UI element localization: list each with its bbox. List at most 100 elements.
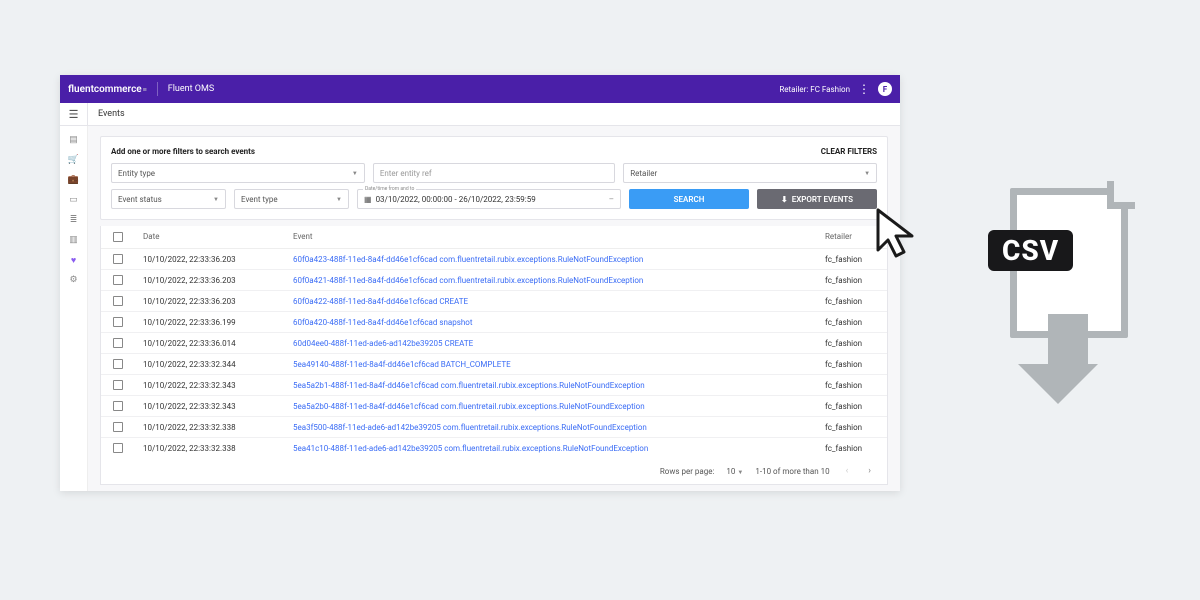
- rows-per-page-select[interactable]: 10 ▼: [726, 467, 743, 476]
- app-name: Fluent OMS: [168, 84, 214, 94]
- row-checkbox[interactable]: [113, 401, 123, 411]
- hamburger-menu-icon[interactable]: ☰: [60, 103, 88, 125]
- col-date: Date: [143, 232, 293, 242]
- table-row: 10/10/2022, 22:33:32.3435ea5a2b1-488f-11…: [101, 375, 887, 396]
- cell-retailer: fc_fashion: [825, 297, 875, 306]
- csv-badge: CSV: [988, 230, 1073, 271]
- table-row: 10/10/2022, 22:33:32.3435ea5a2b0-488f-11…: [101, 396, 887, 417]
- table-row: 10/10/2022, 22:33:36.20360f0a423-488f-11…: [101, 249, 887, 270]
- cell-retailer: fc_fashion: [825, 444, 875, 453]
- row-checkbox[interactable]: [113, 380, 123, 390]
- caret-down-icon: ▼: [352, 170, 358, 177]
- entity-type-select[interactable]: Entity type▼: [111, 163, 365, 183]
- rows-per-page-label: Rows per page:: [660, 467, 715, 476]
- table-row: 10/10/2022, 22:33:36.20360f0a422-488f-11…: [101, 291, 887, 312]
- clear-filters-button[interactable]: CLEAR FILTERS: [821, 147, 877, 156]
- calendar-icon: ▦: [364, 195, 372, 204]
- row-checkbox[interactable]: [113, 317, 123, 327]
- select-all-checkbox[interactable]: [113, 232, 123, 242]
- entity-ref-input[interactable]: Enter entity ref: [373, 163, 615, 183]
- cell-date: 10/10/2022, 22:33:32.343: [143, 402, 293, 411]
- event-status-select[interactable]: Event status▼: [111, 189, 226, 209]
- cell-retailer: fc_fashion: [825, 381, 875, 390]
- cell-date: 10/10/2022, 22:33:36.203: [143, 255, 293, 264]
- event-link[interactable]: 5ea49140-488f-11ed-8a4f-dd46e1cf6cad BAT…: [293, 360, 511, 369]
- sidebar-item-card-icon[interactable]: ▤: [68, 134, 80, 146]
- caret-down-icon: ▼: [336, 196, 342, 203]
- filter-panel: Add one or more filters to search events…: [100, 136, 888, 220]
- avatar[interactable]: F: [878, 82, 892, 96]
- col-retailer: Retailer: [825, 232, 875, 242]
- row-checkbox[interactable]: [113, 422, 123, 432]
- cell-retailer: fc_fashion: [825, 318, 875, 327]
- event-link[interactable]: 60f0a421-488f-11ed-8a4f-dd46e1cf6cad com…: [293, 276, 643, 285]
- divider: [157, 82, 158, 96]
- table-row: 10/10/2022, 22:33:32.3385ea41c10-488f-11…: [101, 438, 887, 458]
- table-row: 10/10/2022, 22:33:36.20360f0a421-488f-11…: [101, 270, 887, 291]
- table-footer: Rows per page: 10 ▼ 1-10 of more than 10…: [101, 458, 887, 484]
- sidebar: ▤ 🛒 💼 ▭ ≣ ▥ ♥ ⚙: [60, 126, 88, 491]
- event-link[interactable]: 60f0a420-488f-11ed-8a4f-dd46e1cf6cad sna…: [293, 318, 472, 327]
- table-row: 10/10/2022, 22:33:36.01460d04ee0-488f-11…: [101, 333, 887, 354]
- cell-retailer: fc_fashion: [825, 402, 875, 411]
- cell-date: 10/10/2022, 22:33:36.199: [143, 318, 293, 327]
- sidebar-item-briefcase-icon[interactable]: 💼: [68, 174, 80, 186]
- table-row: 10/10/2022, 22:33:36.19960f0a420-488f-11…: [101, 312, 887, 333]
- event-link[interactable]: 5ea5a2b1-488f-11ed-8a4f-dd46e1cf6cad com…: [293, 381, 645, 390]
- row-checkbox[interactable]: [113, 338, 123, 348]
- cell-date: 10/10/2022, 22:33:32.344: [143, 360, 293, 369]
- col-event: Event: [293, 232, 825, 242]
- event-link[interactable]: 5ea3f500-488f-11ed-ade6-ad142be39205 com…: [293, 423, 647, 432]
- cell-retailer: fc_fashion: [825, 276, 875, 285]
- sidebar-item-lightbulb-icon[interactable]: ♥: [68, 254, 80, 266]
- app-window: fluentcommerce≡ Fluent OMS Retailer: FC …: [60, 75, 900, 491]
- cell-retailer: fc_fashion: [825, 423, 875, 432]
- retailer-label: Retailer: FC Fashion: [779, 85, 850, 94]
- sidebar-item-library-icon[interactable]: ▥: [68, 234, 80, 246]
- cell-date: 10/10/2022, 22:33:36.203: [143, 297, 293, 306]
- topbar: fluentcommerce≡ Fluent OMS Retailer: FC …: [60, 75, 900, 103]
- sidebar-item-list-icon[interactable]: ≣: [68, 214, 80, 226]
- table-header: Date Event Retailer: [101, 226, 887, 249]
- row-checkbox[interactable]: [113, 254, 123, 264]
- caret-down-icon: ▼: [864, 170, 870, 177]
- cell-date: 10/10/2022, 22:33:32.343: [143, 381, 293, 390]
- cell-date: 10/10/2022, 22:33:36.014: [143, 339, 293, 348]
- cell-retailer: fc_fashion: [825, 255, 875, 264]
- row-checkbox[interactable]: [113, 443, 123, 453]
- table-row: 10/10/2022, 22:33:32.3445ea49140-488f-11…: [101, 354, 887, 375]
- sidebar-item-settings-icon[interactable]: ⚙: [68, 274, 80, 286]
- cell-date: 10/10/2022, 22:33:36.203: [143, 276, 293, 285]
- event-link[interactable]: 60f0a423-488f-11ed-8a4f-dd46e1cf6cad com…: [293, 255, 643, 264]
- row-checkbox[interactable]: [113, 296, 123, 306]
- cell-date: 10/10/2022, 22:33:32.338: [143, 423, 293, 432]
- prev-page-button[interactable]: ‹: [842, 464, 853, 478]
- row-checkbox[interactable]: [113, 275, 123, 285]
- page-title: Events: [88, 103, 135, 125]
- export-events-button[interactable]: ⬇ EXPORT EVENTS: [757, 189, 877, 209]
- search-button[interactable]: SEARCH: [629, 189, 749, 209]
- page-range: 1-10 of more than 10: [755, 467, 829, 476]
- event-link[interactable]: 60d04ee0-488f-11ed-ade6-ad142be39205 CRE…: [293, 339, 473, 348]
- csv-illustration: CSV: [1010, 188, 1140, 338]
- subheader: ☰ Events: [60, 103, 900, 126]
- event-link[interactable]: 5ea41c10-488f-11ed-ade6-ad142be39205 com…: [293, 444, 648, 453]
- event-type-select[interactable]: Event type▼: [234, 189, 349, 209]
- filter-title: Add one or more filters to search events: [111, 147, 255, 156]
- sidebar-item-window-icon[interactable]: ▭: [68, 194, 80, 206]
- brand-logo: fluentcommerce≡: [68, 84, 147, 95]
- cell-date: 10/10/2022, 22:33:32.338: [143, 444, 293, 453]
- cell-retailer: fc_fashion: [825, 360, 875, 369]
- next-page-button[interactable]: ›: [864, 464, 875, 478]
- cell-retailer: fc_fashion: [825, 339, 875, 348]
- table-row: 10/10/2022, 22:33:32.3385ea3f500-488f-11…: [101, 417, 887, 438]
- event-link[interactable]: 60f0a422-488f-11ed-8a4f-dd46e1cf6cad CRE…: [293, 297, 468, 306]
- events-table: Date Event Retailer 10/10/2022, 22:33:36…: [100, 226, 888, 485]
- date-range-input[interactable]: Date/time from and to ▦ 03/10/2022, 00:0…: [357, 189, 621, 209]
- retailer-select[interactable]: Retailer▼: [623, 163, 877, 183]
- event-link[interactable]: 5ea5a2b0-488f-11ed-8a4f-dd46e1cf6cad com…: [293, 402, 645, 411]
- more-menu-icon[interactable]: ⋮: [858, 82, 870, 96]
- caret-down-icon: ▼: [213, 196, 219, 203]
- row-checkbox[interactable]: [113, 359, 123, 369]
- sidebar-item-cart-icon[interactable]: 🛒: [68, 154, 80, 166]
